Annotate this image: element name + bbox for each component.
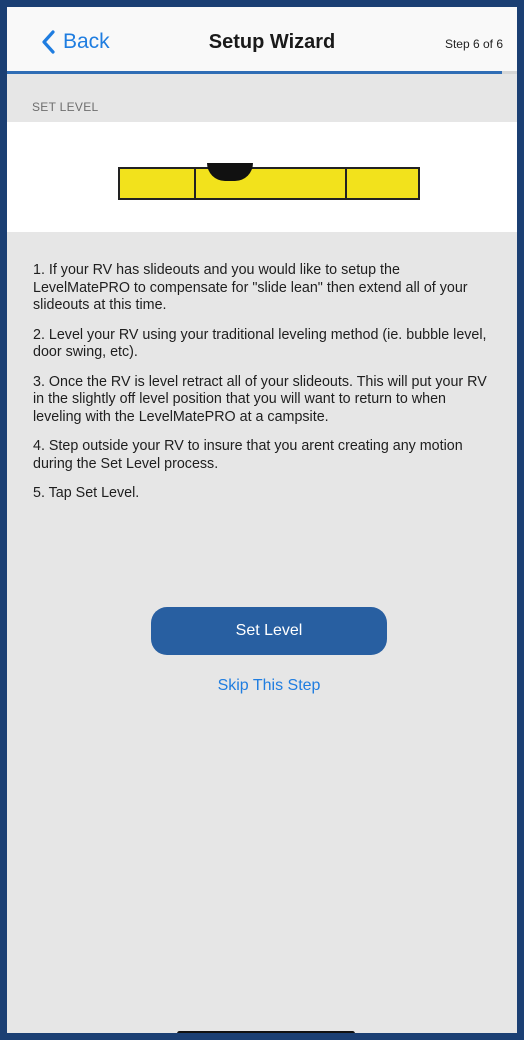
set-level-button[interactable]: Set Level [151, 607, 387, 655]
page-title: Setup Wizard [208, 31, 336, 53]
instruction-step: 5. Tap Set Level. [33, 485, 140, 501]
instruction-step: 2. Level your RV using your traditional … [33, 326, 487, 361]
back-button[interactable]: Back [41, 27, 110, 57]
instructions-list: 1. If your RV has slideouts and you woul… [33, 262, 498, 515]
section-label: SET LEVEL [32, 100, 99, 114]
home-indicator [177, 1031, 355, 1033]
navigation-bar: Back Setup Wizard Step 6 of 6 [7, 7, 517, 71]
bubble-level [118, 163, 420, 200]
instruction-step: 4. Step outside your RV to insure that y… [33, 438, 463, 472]
device-frame: Back Setup Wizard Step 6 of 6 SET LEVEL … [0, 0, 524, 1040]
chevron-left-icon [41, 30, 55, 54]
step-indicator: Step 6 of 6 [444, 37, 503, 51]
skip-step-button[interactable]: Skip This Step [151, 677, 387, 695]
back-label: Back [63, 30, 110, 53]
level-display-panel [7, 122, 517, 232]
section-header: SET LEVEL [7, 74, 517, 122]
level-marker-left [194, 169, 196, 198]
instruction-step: 3. Once the RV is level retract all of y… [33, 373, 487, 425]
level-bubble-icon [207, 163, 253, 181]
level-marker-right [345, 169, 347, 198]
instruction-step: 1. If your RV has slideouts and you woul… [33, 262, 468, 313]
